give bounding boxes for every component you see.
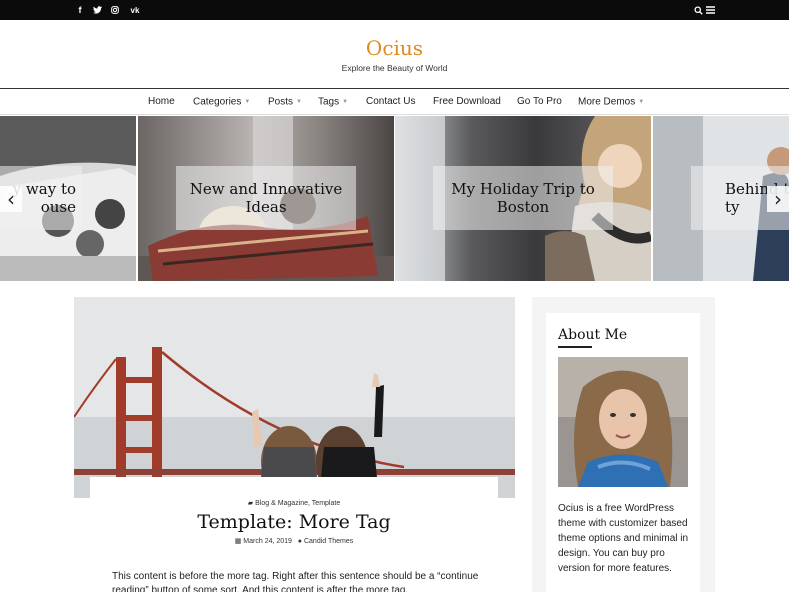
site-header: Ocius Explore the Beauty of World bbox=[0, 20, 789, 89]
search-shape bbox=[693, 5, 703, 15]
nav-label: More Demos bbox=[578, 96, 636, 108]
nav-item-categories[interactable]: Categories ▼ bbox=[193, 89, 250, 115]
user-icon: ● bbox=[297, 538, 303, 545]
about-me-image bbox=[558, 357, 688, 487]
nav-item-go-to-pro[interactable]: Go To Pro bbox=[517, 89, 562, 115]
facebook-icon[interactable]: f bbox=[74, 0, 86, 20]
post-categories-text[interactable]: Blog & Magazine, Template bbox=[255, 500, 340, 507]
widget-title: About Me bbox=[558, 327, 628, 343]
widget-title-underline bbox=[558, 346, 592, 348]
site-title[interactable]: Ocius bbox=[0, 36, 789, 60]
slider-prev-button[interactable]: ‹ bbox=[0, 186, 22, 212]
post-image-graphic bbox=[74, 297, 515, 498]
about-me-widget: About Me Ocius is a free WordPress theme… bbox=[546, 313, 700, 592]
slide-caption-text: My Holiday Trip to Boston bbox=[451, 180, 595, 216]
nav-label: Contact Us bbox=[366, 96, 416, 107]
slider-next-button[interactable]: › bbox=[767, 186, 789, 212]
post-title[interactable]: Template: More Tag bbox=[90, 511, 498, 533]
chevron-left-icon: ‹ bbox=[7, 187, 15, 211]
chevron-right-icon: › bbox=[774, 187, 782, 211]
site-tagline: Explore the Beauty of World bbox=[341, 63, 448, 73]
featured-slider: y way to ouse New and Innovative bbox=[0, 116, 789, 281]
chevron-down-icon: ▼ bbox=[244, 99, 251, 105]
calendar-icon: ▦ bbox=[234, 538, 242, 545]
menu-shape bbox=[705, 6, 715, 14]
post-excerpt: This content is before the more tag. Rig… bbox=[112, 571, 479, 592]
nav-label: Go To Pro bbox=[517, 96, 562, 107]
nav-label: Free Download bbox=[433, 96, 501, 107]
post-card: ▰ Blog & Magazine, Template Template: Mo… bbox=[90, 477, 498, 592]
main-navigation: Home Categories ▼ Posts ▼ Tags ▼ Contact Us… bbox=[0, 89, 789, 115]
top-right-tools bbox=[692, 0, 716, 20]
slide-3[interactable]: My Holiday Trip to Boston bbox=[395, 116, 651, 281]
folder-icon: ▰ bbox=[247, 500, 254, 507]
about-me-text: Ocius is a free WordPress theme with cus… bbox=[558, 503, 689, 574]
post-date[interactable]: March 24, 2019 bbox=[243, 538, 292, 545]
nav-item-tags[interactable]: Tags ▼ bbox=[318, 89, 348, 115]
nav-item-contact-us[interactable]: Contact Us bbox=[366, 89, 415, 115]
instagram-icon[interactable] bbox=[109, 0, 121, 20]
twitter-bird-shape bbox=[92, 6, 102, 14]
nav-item-home[interactable]: Home bbox=[148, 89, 175, 115]
nav-label: Home bbox=[148, 96, 175, 107]
top-bar: f vk bbox=[0, 0, 789, 20]
nav-label: Posts bbox=[268, 96, 294, 108]
slide-caption: My Holiday Trip to Boston bbox=[433, 166, 613, 230]
chevron-down-icon: ▼ bbox=[638, 99, 645, 105]
chevron-down-icon: ▼ bbox=[342, 99, 349, 105]
slide-caption-text: New and Innovative Ideas bbox=[189, 180, 343, 216]
post-categories[interactable]: ▰ Blog & Magazine, Template bbox=[90, 499, 498, 507]
menu-icon[interactable] bbox=[704, 0, 716, 20]
vk-icon[interactable]: vk bbox=[127, 0, 143, 20]
slide-2[interactable]: New and Innovative Ideas bbox=[138, 116, 394, 281]
twitter-icon[interactable] bbox=[91, 0, 103, 20]
nav-item-posts[interactable]: Posts ▼ bbox=[268, 89, 302, 115]
slide-caption: New and Innovative Ideas bbox=[176, 166, 356, 230]
nav-label: Categories bbox=[193, 96, 242, 108]
post-featured-image[interactable] bbox=[74, 297, 515, 498]
about-me-portrait bbox=[558, 357, 688, 487]
search-icon[interactable] bbox=[692, 0, 704, 20]
chevron-down-icon: ▼ bbox=[296, 99, 302, 105]
nav-item-more-demos[interactable]: More Demos ▼ bbox=[578, 89, 644, 115]
post-meta: ▦ March 24, 2019 ● Candid Themes bbox=[90, 537, 498, 545]
nav-item-free-download[interactable]: Free Download bbox=[433, 89, 501, 115]
post-author[interactable]: Candid Themes bbox=[304, 538, 353, 545]
slide-caption-text: y way to ouse bbox=[13, 180, 76, 216]
instagram-shape bbox=[111, 6, 119, 14]
nav-label: Tags bbox=[318, 96, 340, 108]
